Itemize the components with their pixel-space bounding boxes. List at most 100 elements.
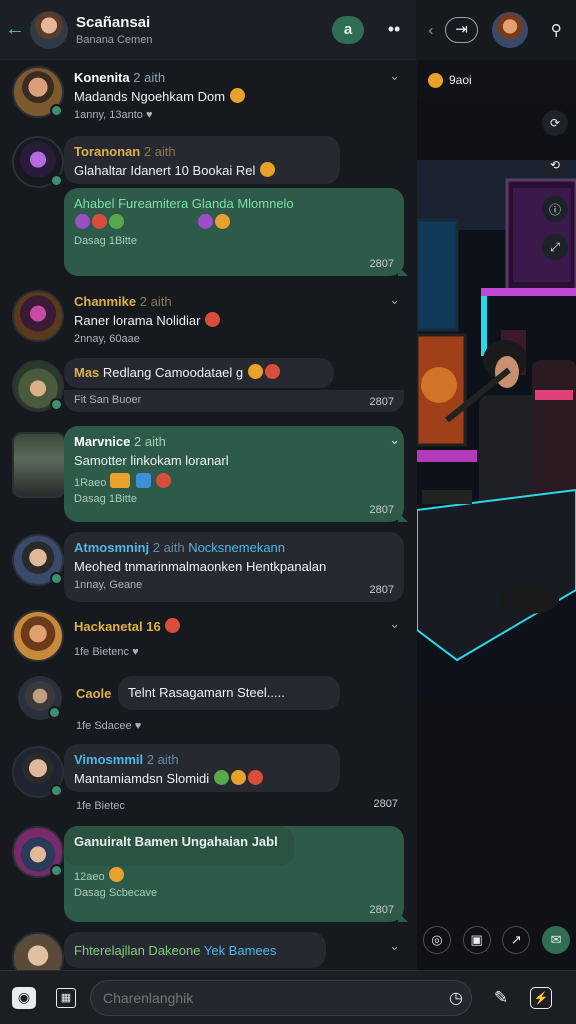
message-bubble[interactable]: Konenita 2 aith Madands Ngoehkam Dom 1an…: [64, 62, 404, 129]
fullscreen-icon[interactable]: ⤢: [542, 234, 568, 260]
emoji-row: [74, 214, 394, 231]
chevron-left-icon[interactable]: ‹: [417, 22, 445, 39]
chevron-down-icon[interactable]: ⌄: [389, 938, 400, 954]
online-indicator: [50, 784, 63, 797]
avatar[interactable]: [12, 932, 64, 970]
message-bubble[interactable]: Fhterelajllan Dakeone Yek Bamees: [64, 932, 326, 968]
composer-bar: ◉ ▦ ◷ ✎ ⚡: [0, 970, 576, 1024]
share-icon[interactable]: ⇥: [444, 17, 479, 43]
avatar[interactable]: [12, 136, 64, 188]
message-bubble[interactable]: Ganuiralt Bamen Ungahaian Jabl 12aeo Das…: [64, 826, 408, 922]
avatar[interactable]: [12, 746, 64, 798]
message-bubble[interactable]: Vimosmmil 2 aith Mantamiamdsn Slomidi: [64, 744, 340, 792]
expand-icon[interactable]: ↗: [502, 926, 531, 954]
online-indicator: [50, 572, 63, 585]
call-button[interactable]: a: [332, 15, 364, 44]
media-header: ‹ ⇥ ⚲: [417, 0, 576, 60]
avatar[interactable]: [18, 676, 62, 720]
message-group: Konenita 2 aith Madands Ngoehkam Dom 1an…: [4, 62, 408, 134]
sender-name: Toranonan: [74, 144, 141, 159]
message-text: Glahaltar Idanert 10 Bookai Rel: [74, 163, 256, 178]
message-bubble[interactable]: Hackanetal 16 1fe Bietenc ♥: [64, 610, 404, 666]
stream-info[interactable]: 9aoi: [417, 60, 576, 100]
message-meta: Dasag 1Bitte: [74, 493, 137, 505]
message-bubble[interactable]: Toranonan 2 aith Glahaltar Idanert 10 Bo…: [64, 136, 340, 184]
media-toolbar: ◎ ▣ ↗ ✉: [417, 910, 576, 970]
online-indicator: [50, 398, 63, 411]
message-text: Telnt Rasagamarn Steel.....: [128, 685, 285, 700]
sender-name: Konenita: [74, 70, 130, 85]
message-list[interactable]: Konenita 2 aith Madands Ngoehkam Dom 1an…: [0, 60, 416, 970]
sender-name: Caole: [76, 686, 112, 701]
chat-subtitle: Banana Cemen: [76, 33, 153, 46]
avatar[interactable]: [12, 534, 64, 586]
stream-video[interactable]: ⟲ ⓘ ⤢: [417, 160, 576, 700]
sender-time: 2 aith: [134, 434, 166, 449]
message-meta: 12aeo: [74, 871, 105, 883]
info-icon[interactable]: ⓘ: [542, 196, 568, 222]
online-indicator: [48, 706, 61, 719]
message-text: Samotter linkokam loranarl: [74, 453, 229, 468]
arrow-left-icon[interactable]: ←: [0, 0, 30, 60]
chat-title-block[interactable]: Scañansai Banana Cemen: [76, 14, 332, 46]
online-indicator: [50, 864, 63, 877]
app: ← Scañansai Banana Cemen a •• Konenita 2…: [0, 0, 576, 1024]
chevron-down-icon[interactable]: ⌄: [389, 292, 400, 308]
message-bubble[interactable]: Chanmike 2 aith Raner lorama Nolidiar 2n…: [64, 286, 404, 353]
message-group: Fhterelajllan Dakeone Yek Bamees ⌄: [4, 932, 408, 970]
avatar[interactable]: [12, 826, 64, 878]
gallery-icon[interactable]: ▣: [462, 926, 491, 954]
message-text: Mantamiamdsn Slomidi: [74, 771, 210, 786]
emoji-icon: [229, 88, 245, 103]
message-meta: 1fe Bietenc ♥: [74, 646, 139, 658]
avatar[interactable]: [12, 66, 64, 118]
message-meta: Fit San Buoer: [74, 394, 142, 406]
sender-name: Vimosmmil: [74, 752, 144, 767]
message-input-wrapper[interactable]: ◷: [90, 979, 472, 1016]
avatar[interactable]: [30, 10, 68, 49]
avatar[interactable]: [12, 432, 66, 498]
stream-label: 9aoi: [449, 73, 472, 87]
chat-title: Scañansai: [76, 13, 151, 31]
voice-icon[interactable]: ✎: [488, 985, 514, 1011]
sender-tag: Yek Bamees: [203, 943, 277, 958]
avatar[interactable]: [12, 360, 64, 412]
message-bubble[interactable]: Mas Redlang Camoodatael g: [64, 358, 334, 388]
refresh-icon[interactable]: ⟳: [542, 110, 568, 136]
sender-name: Fhterelajllan Dakeone: [74, 943, 201, 958]
attach-icon[interactable]: ▦: [56, 987, 76, 1008]
emoji-picker-icon[interactable]: ◷: [441, 988, 471, 1008]
message-group: Caole Telnt Rasagamarn Steel..... 1fe Sd…: [4, 674, 408, 738]
search-icon[interactable]: ⚲: [536, 21, 576, 39]
sender-time: 2 aith: [139, 294, 172, 309]
online-indicator: [50, 174, 63, 187]
chat-icon[interactable]: ✉: [542, 926, 571, 954]
chevron-down-icon[interactable]: ⌄: [389, 68, 400, 84]
sender-name: Atmosmninj: [74, 540, 150, 555]
message-input[interactable]: [103, 989, 441, 1006]
sender-time: 2 aith: [133, 70, 166, 85]
message-text: Raner lorama Nolidiar: [74, 313, 201, 328]
avatar[interactable]: [12, 610, 64, 662]
message-bubble[interactable]: Telnt Rasagamarn Steel.....: [118, 676, 340, 710]
message-bubble[interactable]: Marvnice 2 aith Samotter linkokam lorana…: [64, 426, 408, 522]
chevron-down-icon[interactable]: ⌄: [389, 432, 400, 448]
emoji-icon: [247, 364, 263, 379]
chevron-down-icon[interactable]: ⌄: [389, 616, 400, 632]
avatar[interactable]: [492, 12, 529, 48]
more-menu-icon[interactable]: ••: [382, 19, 406, 40]
camera-icon[interactable]: ◎: [422, 926, 451, 954]
sticker-icon[interactable]: ⚡: [530, 986, 552, 1009]
camera-icon[interactable]: ◉: [12, 986, 36, 1009]
sender-name: Mas: [74, 365, 100, 380]
emoji-icon: [165, 618, 181, 633]
sender-time: 2 aith: [143, 144, 176, 159]
message-bubble[interactable]: Atmosmninj 2 aith Nocksnemekann Meohed t…: [64, 532, 404, 602]
chat-header: ← Scañansai Banana Cemen a ••: [0, 0, 416, 60]
message-group: Chanmike 2 aith Raner lorama Nolidiar 2n…: [4, 286, 408, 350]
message-meta: Dasag 1Bitte: [74, 235, 137, 247]
message-bubble[interactable]: Ahabel Fureamitera Glanda Mlomnelo Dasag…: [64, 188, 408, 276]
message-meta: 1anny, 13anto ♥: [74, 109, 153, 121]
avatar[interactable]: [12, 290, 64, 342]
sender-time: 2 aith: [152, 540, 185, 555]
